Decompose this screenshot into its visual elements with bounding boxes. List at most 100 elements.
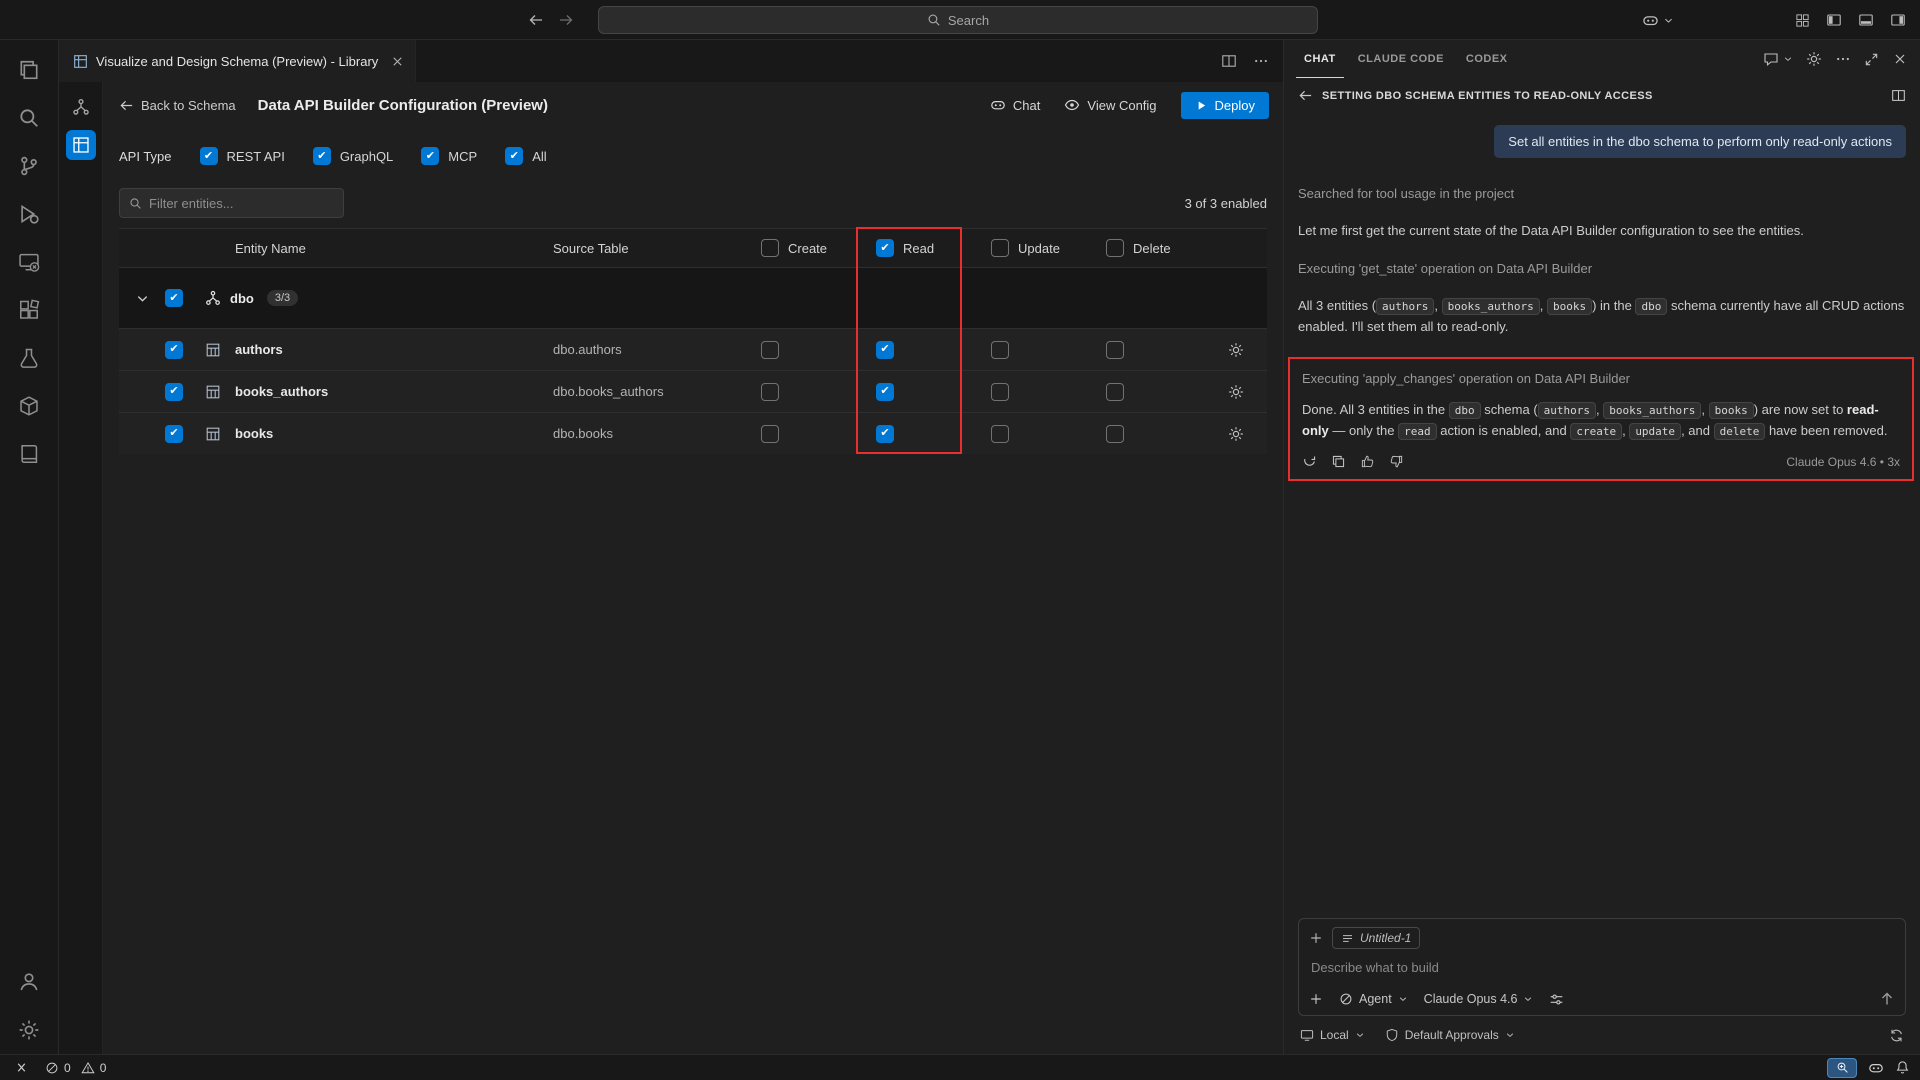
split-editor-button[interactable] — [1221, 53, 1237, 69]
activitybar-item-extensions[interactable] — [5, 286, 53, 334]
api-option-graphql[interactable]: GraphQL — [313, 147, 393, 165]
api-option-rest[interactable]: REST API — [200, 147, 285, 165]
editor-tab-schema-designer[interactable]: Visualize and Design Schema (Preview) - … — [59, 40, 416, 82]
notifications-button[interactable] — [1895, 1060, 1910, 1075]
activitybar-item-search[interactable] — [5, 94, 53, 142]
books-authors-settings-button[interactable] — [1221, 384, 1251, 400]
chat-input-box[interactable]: Untitled-1 Describe what to build Agent … — [1298, 918, 1906, 1016]
thumbs-down-button[interactable] — [1389, 454, 1404, 469]
toggle-panel-button[interactable] — [1858, 12, 1874, 28]
activitybar-item-testing[interactable] — [5, 334, 53, 382]
searched-status-line[interactable]: Searched for tool usage in the project — [1298, 186, 1906, 201]
books-authors-update-checkbox[interactable] — [991, 383, 1009, 401]
zoom-control[interactable] — [1827, 1058, 1857, 1078]
create-all-checkbox[interactable] — [761, 239, 779, 257]
entity-row-authors[interactable]: authors dbo.authors — [119, 328, 1267, 370]
mode-picker[interactable]: Agent — [1339, 992, 1408, 1006]
delete-all-checkbox[interactable] — [1106, 239, 1124, 257]
toggle-sidebar-button[interactable] — [1826, 12, 1842, 28]
authors-select-checkbox[interactable] — [165, 341, 183, 359]
books-select-checkbox[interactable] — [165, 425, 183, 443]
model-picker[interactable]: Claude Opus 4.6 — [1424, 992, 1534, 1006]
schema-group-row-dbo[interactable]: dbo 3/3 — [119, 268, 1267, 328]
authors-create-checkbox[interactable] — [761, 341, 779, 359]
attach-button[interactable] — [1309, 992, 1323, 1006]
books-update-checkbox[interactable] — [991, 425, 1009, 443]
chat-close-button[interactable] — [1892, 51, 1908, 67]
activitybar-item-files[interactable] — [5, 46, 53, 94]
read-all-checkbox[interactable] — [876, 239, 894, 257]
command-center-search[interactable]: Search — [598, 6, 1318, 34]
rest-api-checkbox[interactable] — [200, 147, 218, 165]
copy-message-button[interactable] — [1331, 454, 1346, 469]
books-authors-read-checkbox[interactable] — [876, 383, 894, 401]
api-option-mcp[interactable]: MCP — [421, 147, 477, 165]
activitybar-item-source-control[interactable] — [5, 142, 53, 190]
open-session-in-editor-button[interactable] — [1891, 88, 1906, 103]
schema-diagram-view-button[interactable] — [66, 92, 96, 122]
books-authors-select-checkbox[interactable] — [165, 383, 183, 401]
books-authors-delete-checkbox[interactable] — [1106, 383, 1124, 401]
tab-chat[interactable]: CHAT — [1296, 40, 1344, 78]
activitybar-item-settings[interactable] — [5, 1006, 53, 1054]
authors-settings-button[interactable] — [1221, 342, 1251, 358]
authors-delete-checkbox[interactable] — [1106, 341, 1124, 359]
api-option-all[interactable]: All — [505, 147, 546, 165]
activitybar-item-account[interactable] — [5, 958, 53, 1006]
tools-config-button[interactable] — [1549, 992, 1564, 1007]
back-to-schema-button[interactable]: Back to Schema — [119, 98, 236, 113]
activitybar-item-remote-explorer[interactable] — [5, 238, 53, 286]
session-sync-button[interactable] — [1889, 1028, 1904, 1043]
thumbs-up-button[interactable] — [1360, 454, 1375, 469]
chat-more-actions-button[interactable] — [1835, 51, 1851, 67]
view-config-button[interactable]: View Config — [1064, 97, 1156, 113]
activitybar-item-notebooks[interactable] — [5, 430, 53, 478]
copilot-titlebar-button[interactable] — [1642, 0, 1674, 40]
entity-row-books-authors[interactable]: books_authors dbo.books_authors — [119, 370, 1267, 412]
approvals-picker[interactable]: Default Approvals — [1385, 1028, 1515, 1042]
add-context-button[interactable] — [1309, 931, 1323, 945]
send-button[interactable] — [1879, 991, 1895, 1007]
books-delete-checkbox[interactable] — [1106, 425, 1124, 443]
history-back-button[interactable] — [528, 12, 544, 28]
tab-close-button[interactable] — [390, 54, 405, 69]
customize-layout-button[interactable] — [1795, 13, 1810, 28]
editor-more-actions-button[interactable] — [1253, 53, 1269, 69]
remote-indicator[interactable] — [14, 1060, 29, 1075]
enabled-count: 3 of 3 enabled — [1185, 196, 1267, 211]
activitybar-item-run-debug[interactable] — [5, 190, 53, 238]
graphql-checkbox[interactable] — [313, 147, 331, 165]
chat-back-button[interactable] — [1298, 88, 1313, 103]
authors-read-checkbox[interactable] — [876, 341, 894, 359]
collapse-group-button[interactable] — [135, 291, 165, 306]
mcp-checkbox[interactable] — [421, 147, 439, 165]
update-all-checkbox[interactable] — [991, 239, 1009, 257]
authors-update-checkbox[interactable] — [991, 341, 1009, 359]
context-chip-untitled[interactable]: Untitled-1 — [1332, 927, 1420, 949]
problems-status[interactable]: 0 0 — [45, 1061, 106, 1075]
chat-maximize-button[interactable] — [1864, 52, 1879, 67]
chat-input-placeholder[interactable]: Describe what to build — [1309, 949, 1895, 991]
new-chat-dropdown-button[interactable] — [1763, 51, 1779, 67]
environment-picker[interactable]: Local — [1300, 1028, 1365, 1042]
books-create-checkbox[interactable] — [761, 425, 779, 443]
view-config-label: View Config — [1087, 98, 1156, 113]
activitybar-item-database-projects[interactable] — [5, 382, 53, 430]
tab-claude-code[interactable]: CLAUDE CODE — [1350, 40, 1452, 78]
history-forward-button[interactable] — [558, 12, 574, 28]
all-checkbox[interactable] — [505, 147, 523, 165]
tab-codex[interactable]: CODEX — [1458, 40, 1516, 78]
copilot-status-button[interactable] — [1868, 1060, 1884, 1076]
chat-settings-button[interactable] — [1806, 51, 1822, 67]
books-authors-create-checkbox[interactable] — [761, 383, 779, 401]
books-settings-button[interactable] — [1221, 426, 1251, 442]
dab-config-view-button[interactable] — [66, 130, 96, 160]
books-read-checkbox[interactable] — [876, 425, 894, 443]
chat-button[interactable]: Chat — [990, 97, 1040, 113]
retry-button[interactable] — [1302, 454, 1317, 469]
entity-row-books[interactable]: books dbo.books — [119, 412, 1267, 454]
filter-entities-input[interactable] — [149, 196, 334, 211]
deploy-button[interactable]: Deploy — [1181, 92, 1269, 119]
dbo-select-checkbox[interactable] — [165, 289, 183, 307]
toggle-secondary-sidebar-button[interactable] — [1890, 12, 1906, 28]
